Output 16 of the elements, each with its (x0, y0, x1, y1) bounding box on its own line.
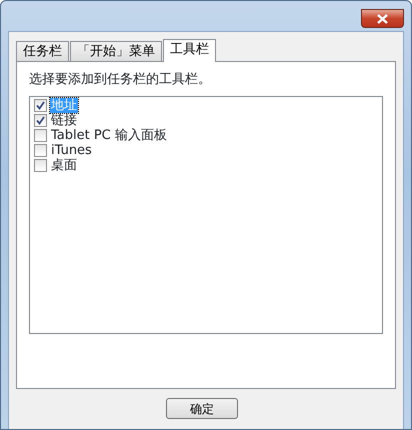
checkbox[interactable] (34, 144, 47, 156)
checkbox[interactable] (34, 158, 47, 172)
toolbar-item[interactable]: 链接 (50, 112, 78, 128)
close-icon (377, 14, 388, 24)
instruction-text: 选择要添加到任务栏的工具栏。 (29, 71, 212, 89)
toolbar-item[interactable]: iTunes (50, 142, 93, 158)
toolbar-item[interactable]: 桌面 (50, 158, 78, 172)
checkbox[interactable] (34, 114, 47, 126)
checkbox[interactable] (34, 98, 47, 112)
toolbar-item[interactable]: Tablet PC 输入面板 (50, 128, 168, 142)
tab[interactable]: 任务栏 (16, 41, 69, 61)
close-button[interactable] (361, 9, 404, 28)
checkbox[interactable] (34, 128, 47, 142)
tab[interactable]: 「开始」菜单 (70, 41, 162, 61)
tab[interactable]: 工具栏 (163, 39, 216, 62)
ok-button[interactable]: 确定 (166, 398, 238, 419)
